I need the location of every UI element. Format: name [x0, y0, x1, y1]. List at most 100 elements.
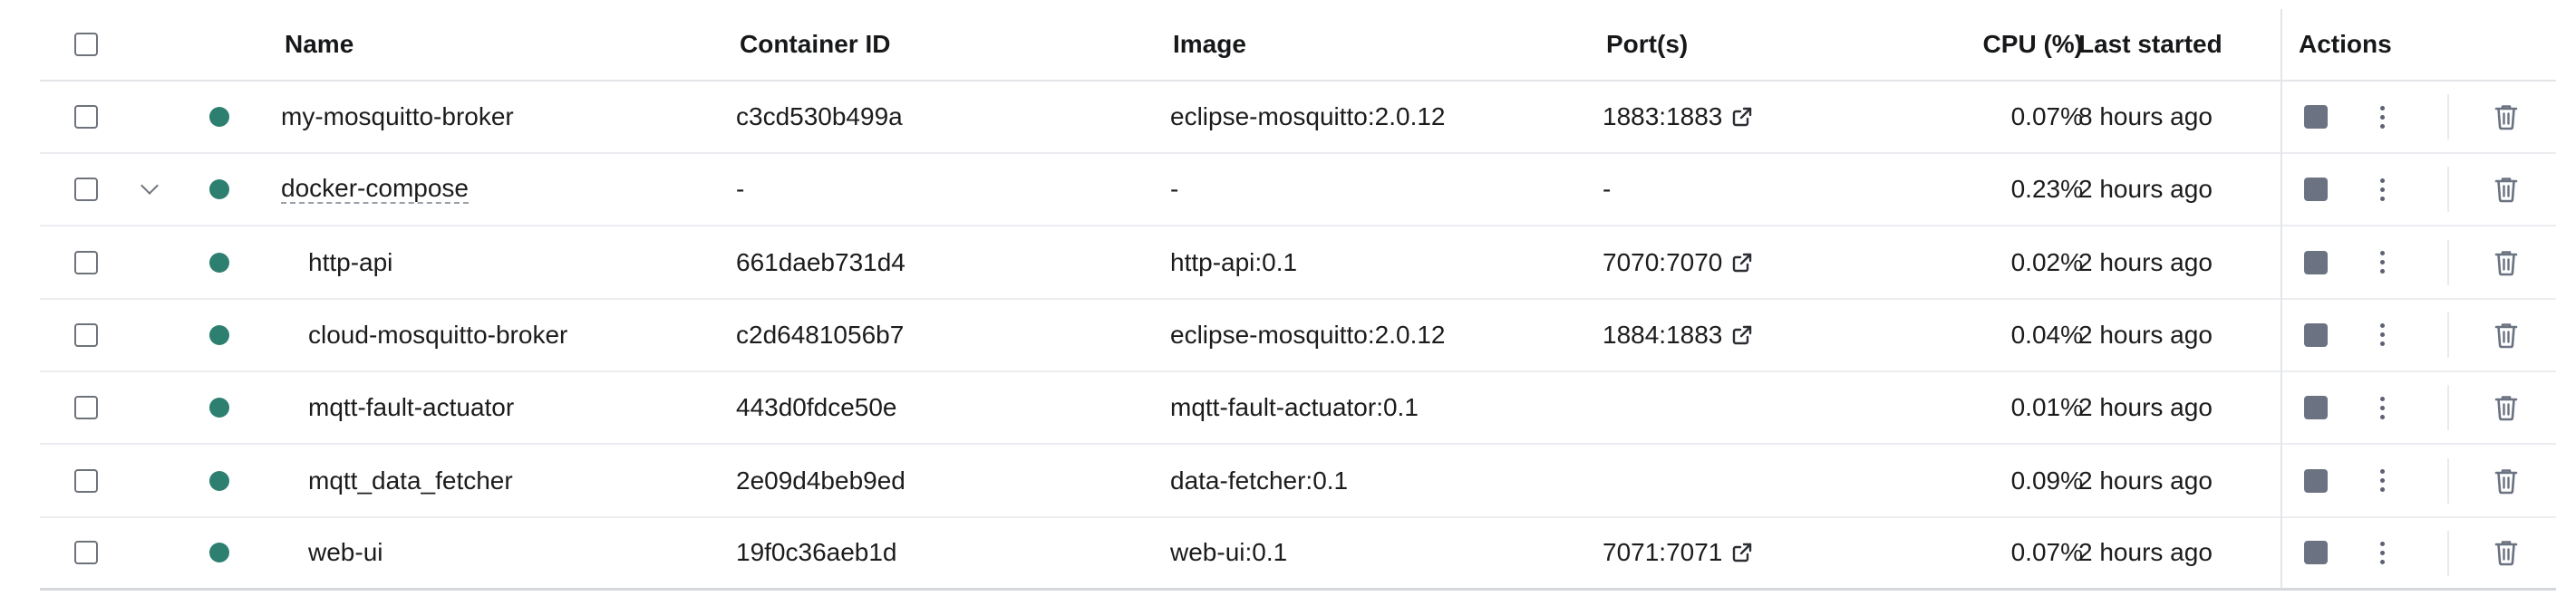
stop-icon[interactable] [2304, 105, 2328, 129]
delete-button[interactable] [2493, 518, 2520, 588]
external-link-icon[interactable] [1731, 252, 1753, 274]
stop-button[interactable] [2304, 300, 2328, 370]
column-header-last-started[interactable]: Last started [2078, 9, 2223, 80]
row-select-cell[interactable] [74, 82, 98, 152]
row-select-cell[interactable] [74, 154, 98, 225]
table-row[interactable]: http-api 661daeb731d4 http-api:0.1 7070:707… [40, 227, 2556, 300]
port-cell[interactable]: 7071:7071 [1603, 518, 1753, 588]
kebab-menu-icon[interactable] [2380, 251, 2385, 274]
stop-icon[interactable] [2304, 396, 2328, 420]
more-actions-button[interactable] [2380, 154, 2385, 225]
trash-icon[interactable] [2493, 393, 2520, 422]
container-name-label[interactable]: mqtt_data_fetcher [308, 466, 513, 495]
kebab-menu-icon[interactable] [2380, 105, 2385, 129]
stop-button[interactable] [2304, 518, 2328, 588]
more-actions-button[interactable] [2380, 372, 2385, 443]
column-header-image[interactable]: Image [1173, 9, 1246, 80]
table-row[interactable]: my-mosquitto-broker c3cd530b499a eclipse-m… [40, 82, 2556, 154]
port-cell[interactable]: 1884:1883 [1603, 300, 1753, 370]
stop-button[interactable] [2304, 446, 2328, 516]
container-name[interactable]: docker-compose [281, 154, 469, 225]
stop-icon[interactable] [2304, 468, 2328, 493]
delete-button[interactable] [2493, 82, 2520, 152]
delete-button[interactable] [2493, 300, 2520, 370]
row-checkbox[interactable] [74, 468, 98, 493]
kebab-menu-icon[interactable] [2380, 178, 2385, 201]
column-header-container-id[interactable]: Container ID [740, 9, 890, 80]
external-link-icon[interactable] [1731, 324, 1753, 346]
delete-button[interactable] [2493, 154, 2520, 225]
kebab-menu-icon[interactable] [2380, 396, 2385, 419]
stop-button[interactable] [2304, 372, 2328, 443]
stop-button[interactable] [2304, 227, 2328, 298]
external-link-icon[interactable] [1731, 542, 1753, 563]
row-select-cell[interactable] [74, 372, 98, 443]
delete-button[interactable] [2493, 227, 2520, 298]
port-cell[interactable]: 7070:7070 [1603, 227, 1753, 298]
container-name[interactable]: cloud-mosquitto-broker [308, 300, 567, 370]
container-name[interactable]: mqtt_data_fetcher [308, 446, 513, 516]
port-mapping[interactable]: 7070:7070 [1603, 248, 1722, 277]
container-name-label[interactable]: mqtt-fault-actuator [308, 393, 514, 422]
select-all-cell[interactable] [74, 9, 98, 80]
container-name[interactable]: web-ui [308, 518, 383, 588]
container-name-label[interactable]: my-mosquitto-broker [281, 102, 514, 131]
container-name-label[interactable]: docker-compose [281, 175, 469, 205]
table-row[interactable]: docker-compose - - - 0.23% 2 hours ago [40, 154, 2556, 227]
trash-icon[interactable] [2493, 102, 2520, 131]
more-actions-button[interactable] [2380, 300, 2385, 370]
container-image: data-fetcher:0.1 [1170, 466, 1349, 495]
more-actions-button[interactable] [2380, 518, 2385, 588]
container-name[interactable]: mqtt-fault-actuator [308, 372, 514, 443]
port-mapping[interactable]: 1884:1883 [1603, 321, 1722, 350]
row-checkbox[interactable] [74, 250, 98, 274]
container-name-label[interactable]: cloud-mosquitto-broker [308, 321, 567, 350]
stop-button[interactable] [2304, 154, 2328, 225]
container-name[interactable]: http-api [308, 227, 392, 298]
row-checkbox[interactable] [74, 178, 98, 202]
row-select-cell[interactable] [74, 518, 98, 588]
row-checkbox[interactable] [74, 322, 98, 347]
stop-icon[interactable] [2304, 178, 2328, 202]
more-actions-button[interactable] [2380, 82, 2385, 152]
table-row[interactable]: web-ui 19f0c36aeb1d web-ui:0.1 7071:7071 0.0… [40, 518, 2556, 591]
table-row[interactable]: mqtt_data_fetcher 2e09d4beb9ed data-fetche… [40, 446, 2556, 518]
expand-toggle[interactable] [140, 154, 159, 225]
kebab-menu-icon[interactable] [2380, 469, 2385, 492]
trash-icon[interactable] [2493, 466, 2520, 495]
port-mapping[interactable]: 1883:1883 [1603, 102, 1722, 131]
more-actions-button[interactable] [2380, 227, 2385, 298]
delete-button[interactable] [2493, 446, 2520, 516]
select-all-checkbox[interactable] [74, 33, 98, 56]
trash-icon[interactable] [2493, 321, 2520, 350]
table-row[interactable]: mqtt-fault-actuator 443d0fdce50e mqtt-faul… [40, 372, 2556, 446]
trash-icon[interactable] [2493, 538, 2520, 567]
kebab-menu-icon[interactable] [2380, 541, 2385, 564]
column-header-cpu[interactable]: CPU (%) [1925, 9, 2083, 80]
chevron-down-icon[interactable] [140, 177, 159, 196]
kebab-menu-icon[interactable] [2380, 323, 2385, 347]
row-checkbox[interactable] [74, 541, 98, 565]
stop-icon[interactable] [2304, 541, 2328, 565]
trash-icon[interactable] [2493, 175, 2520, 204]
column-header-name[interactable]: Name [285, 9, 353, 80]
more-actions-button[interactable] [2380, 446, 2385, 516]
container-name-label[interactable]: http-api [308, 248, 392, 277]
trash-icon[interactable] [2493, 248, 2520, 277]
stop-icon[interactable] [2304, 322, 2328, 347]
row-checkbox[interactable] [74, 396, 98, 420]
table-row[interactable]: cloud-mosquitto-broker c2d6481056b7 eclips… [40, 300, 2556, 372]
row-select-cell[interactable] [74, 446, 98, 516]
container-name-label[interactable]: web-ui [308, 538, 383, 567]
column-header-ports[interactable]: Port(s) [1606, 9, 1688, 80]
stop-icon[interactable] [2304, 250, 2328, 274]
container-name[interactable]: my-mosquitto-broker [281, 82, 514, 152]
row-select-cell[interactable] [74, 300, 98, 370]
row-checkbox[interactable] [74, 105, 98, 129]
delete-button[interactable] [2493, 372, 2520, 443]
port-cell[interactable]: 1883:1883 [1603, 82, 1753, 152]
stop-button[interactable] [2304, 82, 2328, 152]
external-link-icon[interactable] [1731, 106, 1753, 128]
row-select-cell[interactable] [74, 227, 98, 298]
port-mapping[interactable]: 7071:7071 [1603, 538, 1722, 567]
